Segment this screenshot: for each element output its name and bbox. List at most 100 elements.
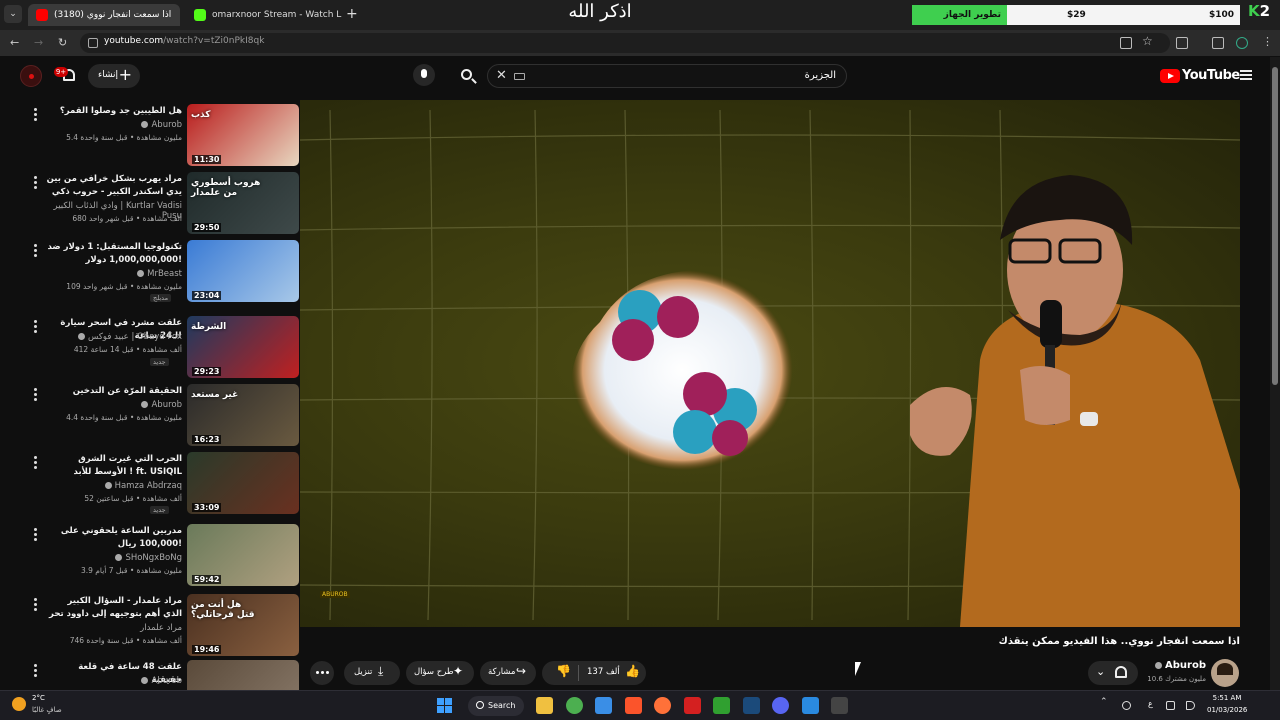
clear-search-icon[interactable]: ✕ [496,68,507,83]
download-button[interactable]: تنزيل ⤓ [344,661,400,685]
video-title[interactable]: تكنولوجيا المستقبل: 1 دولار ضد 1,000,000… [46,241,182,267]
channel-name[interactable]: عبيد فوكس | Obayd Fox [46,332,182,342]
chrome-icon[interactable] [565,697,583,714]
video-title[interactable]: مراد علمدار - السؤال الكبير الذي أهم بتو… [46,595,182,622]
network-icon[interactable] [1166,701,1175,710]
video-duration: 33:09 [192,503,222,512]
clock-time[interactable]: 5:51 AM [1207,694,1247,702]
channel-name[interactable]: Aburob [46,120,182,130]
recommended-video[interactable]: 23:04 تكنولوجيا المستقبل: 1 دولار ضد 1,00… [0,238,305,302]
tab-kick-stream[interactable]: omarxnoor Stream - Watch Live ✕ [186,4,342,26]
clock-date[interactable]: 01/03/2026 [1207,706,1247,714]
bookmark-star-icon[interactable]: ☆ [1142,34,1153,48]
back-arrow-icon[interactable]: ← [10,36,19,49]
channel-avatar[interactable] [1211,659,1239,687]
video-thumbnail[interactable] [187,660,299,690]
reading-list-icon[interactable] [1212,37,1224,49]
more-options-icon[interactable] [32,598,38,612]
channel-name[interactable]: MrBeast [46,269,182,279]
youtube-logo[interactable]: YouTube [1160,68,1240,83]
acrobat-icon[interactable] [683,697,701,714]
video-duration: 59:42 [192,575,222,584]
close-tab-icon[interactable]: ✕ [179,10,180,21]
browser-menu-icon[interactable]: ⋮ [1262,35,1273,48]
recommended-video[interactable]: غير مستعد 16:23 الحقيقة المرّة عن التدخين A… [0,382,305,446]
more-options-icon[interactable] [32,528,38,542]
taskbar-search[interactable]: Search [468,696,524,716]
scrollbar-thumb[interactable] [1272,67,1278,385]
tab-search-dropdown[interactable]: ⌄ [4,5,22,23]
install-app-icon[interactable] [1120,37,1132,49]
video-title[interactable]: هل الطيبين جد وصلوا القمر؟ [46,105,182,118]
more-actions-button[interactable] [310,661,334,685]
recommended-video[interactable]: هروب أسطوري من علمدار 29:50 مراد يهرب بشكل… [0,170,305,234]
more-options-icon[interactable] [32,664,38,678]
vscode-icon[interactable] [801,697,819,714]
more-options-icon[interactable] [32,456,38,470]
steam-icon[interactable] [742,697,760,714]
url-field[interactable]: youtube.com/watch?v=tZi0nPkI8qk ☆ [80,33,1170,53]
more-options-icon[interactable] [32,244,38,258]
tray-chevron-up-icon[interactable]: ⌃ [1100,697,1108,707]
channel-name[interactable]: SHoNgxBoNg [46,553,182,563]
discord-icon[interactable] [772,697,789,714]
more-options-icon[interactable] [32,320,38,334]
search-button[interactable] [455,65,481,89]
video-title[interactable]: مدربين الساعة يلحقوني على 100,000 ريال! [46,525,182,551]
more-options-icon[interactable] [32,388,38,402]
input-language[interactable]: ع [1148,699,1153,708]
video-title[interactable]: الحقيقة المرّة عن التدخين [46,385,182,398]
youtube-play-icon [1160,68,1180,83]
reload-icon[interactable]: ↻ [58,36,67,49]
search-input[interactable]: ✕ الجزيرة [487,64,847,88]
brave-icon[interactable] [624,697,642,714]
obs-icon[interactable] [831,697,848,714]
site-info-icon[interactable] [88,38,98,48]
video-title[interactable]: الحرب التي غيرت الشرق الأوسط للأبد ! ft.… [46,453,182,479]
channel-name[interactable]: Aburob [46,676,182,686]
volume-icon[interactable] [1186,701,1195,710]
search-icon [461,69,472,80]
page-scrollbar[interactable] [1270,57,1280,690]
more-options-icon[interactable] [32,108,38,122]
recommended-video[interactable]: علقت 48 ساعة في قلعة حقيقية Aburob [0,658,305,690]
recommended-video[interactable]: 59:42 مدربين الساعة يلحقوني على 100,000 ر… [0,522,305,586]
recommended-video[interactable]: الشرطة 29:23 علقت مشرد في اسحر سيارة لـ24 … [0,314,305,378]
ask-button[interactable]: طرح سؤال ✦ [406,661,474,685]
profile-icon[interactable] [1236,37,1248,49]
weather-description: صافٍ غالبًا [32,706,62,714]
recommended-video[interactable]: 33:09 الحرب التي غيرت الشرق الأوسط للأبد … [0,450,305,514]
xbox-icon[interactable] [713,697,730,714]
channel-name[interactable]: Hamza Abdrzaq [46,481,182,491]
firefox-icon[interactable] [654,697,671,714]
recommended-video[interactable]: هل أنت من قتل فرحاتلي؟ 19:46 مراد علمدار -… [0,592,305,656]
tab-youtube[interactable]: (3180) اذا سمعت انفجار نووي ✕ [28,4,180,26]
create-button[interactable]: إنشاء + [88,64,140,88]
video-player[interactable]: ABUROB [300,100,1240,627]
like-button[interactable]: 137 ألف 👍 [579,661,646,685]
extensions-icon[interactable] [1176,37,1188,49]
weather-sun-icon[interactable] [12,697,26,711]
channel-name[interactable]: Aburob [46,400,182,410]
start-button[interactable] [436,697,453,714]
subscribed-notifications-button[interactable]: ⌄ [1088,661,1138,685]
forward-arrow-icon[interactable]: → [34,36,43,49]
recommendations-list: كذب 11:30 هل الطيبين جد وصلوا القمر؟ Aburob… [0,100,305,690]
share-button[interactable]: مشاركة ↪ [480,661,536,685]
guide-menu-icon[interactable] [1240,70,1252,80]
new-tab-button[interactable]: + [346,6,358,22]
more-options-icon[interactable] [32,176,38,190]
voice-search-button[interactable] [413,64,435,86]
file-explorer-icon[interactable] [536,697,553,714]
dislike-button[interactable]: 👎 [542,661,578,685]
microphone-icon[interactable] [1122,701,1131,710]
video-metadata: 109 مليون مشاهدة • قبل شهر واحد [66,282,182,291]
recommended-video[interactable]: كذب 11:30 هل الطيبين جد وصلوا القمر؟ Aburob… [0,102,305,166]
channel-name[interactable]: مراد علمدار [46,623,182,633]
video-title[interactable]: مراد يهرب بشكل خرافي من بين يدي اسكندر ا… [46,173,182,199]
keyboard-icon[interactable] [514,73,525,80]
verified-icon [137,270,145,277]
account-avatar[interactable] [20,65,42,87]
presenter-illustration [910,175,1240,627]
store-icon[interactable] [595,697,612,714]
